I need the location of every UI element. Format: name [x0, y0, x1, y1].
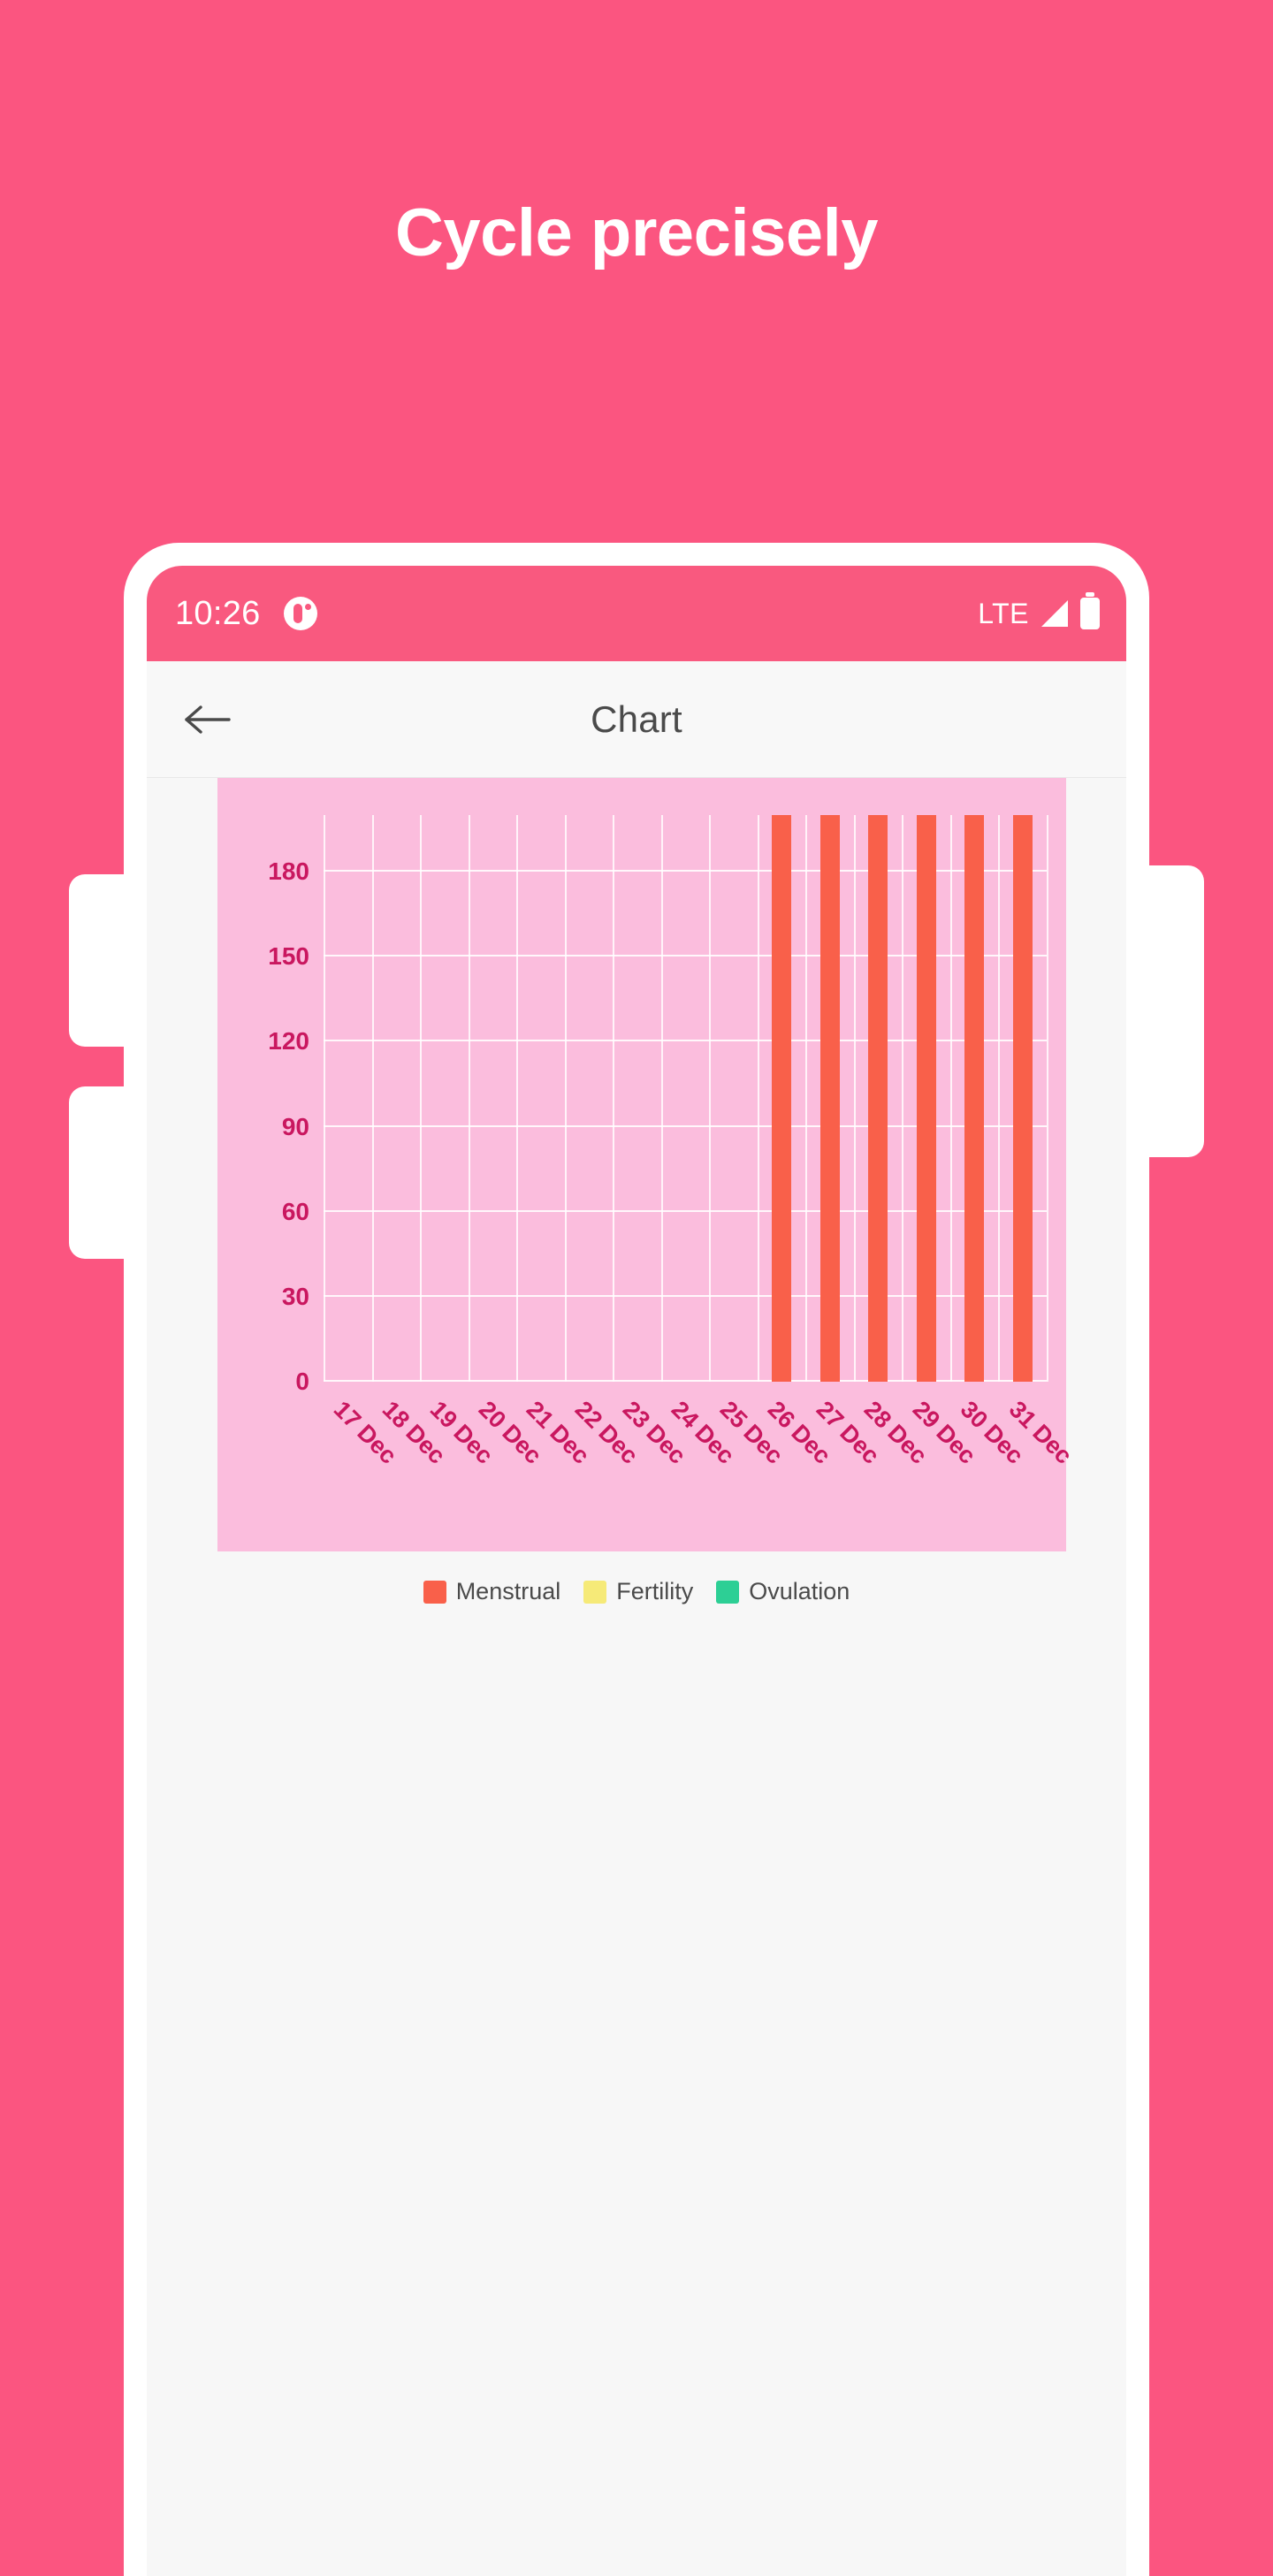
back-button[interactable] — [177, 688, 240, 751]
chart-gridline-vertical — [564, 815, 567, 1382]
chart-gridline-vertical — [613, 815, 615, 1382]
chart-gridline-vertical — [516, 815, 519, 1382]
volume-up-button[interactable] — [69, 874, 133, 1047]
chart-y-axis-tick-label: 120 — [268, 1027, 309, 1056]
chart-y-axis-tick-label: 60 — [281, 1197, 309, 1225]
chart-gridline-horizontal — [324, 1294, 1047, 1297]
arrow-left-icon — [185, 702, 232, 737]
chart-y-axis-tick-label: 180 — [268, 857, 309, 886]
chart-bar[interactable] — [916, 815, 936, 1382]
phone-mockup: 10:26 LTE Chart 0 30 60 90 120 150 180 1… — [69, 543, 1204, 2576]
chart-gridline-vertical — [805, 815, 808, 1382]
chart-gridline-vertical — [468, 815, 470, 1382]
chart-gridline-horizontal — [324, 955, 1047, 957]
app-bar: Chart — [147, 661, 1126, 778]
chart-y-axis-tick-label: 90 — [281, 1112, 309, 1140]
chart-gridline-horizontal — [324, 1040, 1047, 1042]
chart-gridline-vertical — [853, 815, 856, 1382]
status-bar-indicators: LTE — [978, 598, 1100, 630]
chart-gridline-vertical — [420, 815, 423, 1382]
network-type-label: LTE — [978, 597, 1029, 629]
volume-down-button[interactable] — [69, 1086, 133, 1259]
chart-plot-inner: 0 30 60 90 120 150 180 17 Dec 18 Dec 19 Dec 20 Dec… — [268, 815, 1077, 1469]
chart-y-axis-tick-label: 0 — [295, 1368, 309, 1395]
chart-plot-area: 0 30 60 90 120 150 180 17 Dec 18 Dec 19 Dec 20 Dec… — [268, 815, 1077, 1469]
chart-gridline-horizontal — [324, 1124, 1047, 1127]
chart-gridline-vertical — [949, 815, 952, 1382]
chart-gridline-vertical — [757, 815, 759, 1382]
power-button[interactable] — [1140, 865, 1204, 1157]
phone-screen: 10:26 LTE Chart 0 30 60 90 120 150 180 1… — [147, 566, 1126, 2576]
status-bar: 10:26 LTE — [147, 566, 1126, 661]
chart-legend-label: Ovulation — [749, 1578, 850, 1604]
app-bar-title: Chart — [591, 697, 682, 740]
status-bar-clock: 10:26 — [175, 594, 261, 632]
chart-bar[interactable] — [819, 815, 840, 1382]
chart-content: 0 30 60 90 120 150 180 17 Dec 18 Dec 19 Dec 20 Dec… — [147, 778, 1126, 2576]
chart-legend-label: Fertility — [616, 1578, 694, 1604]
chart-gridline-horizontal — [324, 1209, 1047, 1212]
chart-gridline-vertical — [902, 815, 904, 1382]
chart-legend-item[interactable]: Menstrual — [423, 1578, 561, 1605]
drop-app-icon — [283, 597, 317, 630]
chart-legend: Menstrual Fertility Ovulation — [147, 1578, 1126, 1605]
signal-bars-icon — [1041, 600, 1068, 627]
chart-gridline-vertical — [998, 815, 1001, 1382]
chart-gridline-vertical — [371, 815, 374, 1382]
chart-legend-item[interactable]: Ovulation — [716, 1578, 850, 1605]
chart-legend-item[interactable]: Fertility — [583, 1578, 693, 1605]
chart-legend-swatch — [583, 1580, 607, 1604]
chart-legend-label: Menstrual — [455, 1578, 561, 1604]
chart-panel: 0 30 60 90 120 150 180 17 Dec 18 Dec 19 Dec 20 Dec… — [217, 778, 1077, 1551]
chart-y-axis-tick-label: 30 — [281, 1282, 309, 1310]
chart-gridline-vertical — [1047, 815, 1048, 1382]
chart-gridline-horizontal — [324, 870, 1047, 873]
page-title: Cycle precisely — [395, 195, 879, 271]
battery-full-icon — [1080, 598, 1100, 629]
chart-bar[interactable] — [868, 815, 888, 1382]
chart-bar[interactable] — [964, 815, 985, 1382]
chart-y-axis-tick-label: 150 — [268, 942, 309, 971]
chart-legend-swatch — [716, 1580, 740, 1604]
chart-gridline-vertical — [660, 815, 663, 1382]
chart-gridline-vertical — [709, 815, 712, 1382]
chart-bar[interactable] — [772, 815, 792, 1382]
chart-legend-swatch — [423, 1580, 446, 1604]
chart-gridline-horizontal — [324, 1380, 1047, 1382]
chart-gridline-vertical — [324, 815, 325, 1382]
chart-bar[interactable] — [1012, 815, 1033, 1382]
